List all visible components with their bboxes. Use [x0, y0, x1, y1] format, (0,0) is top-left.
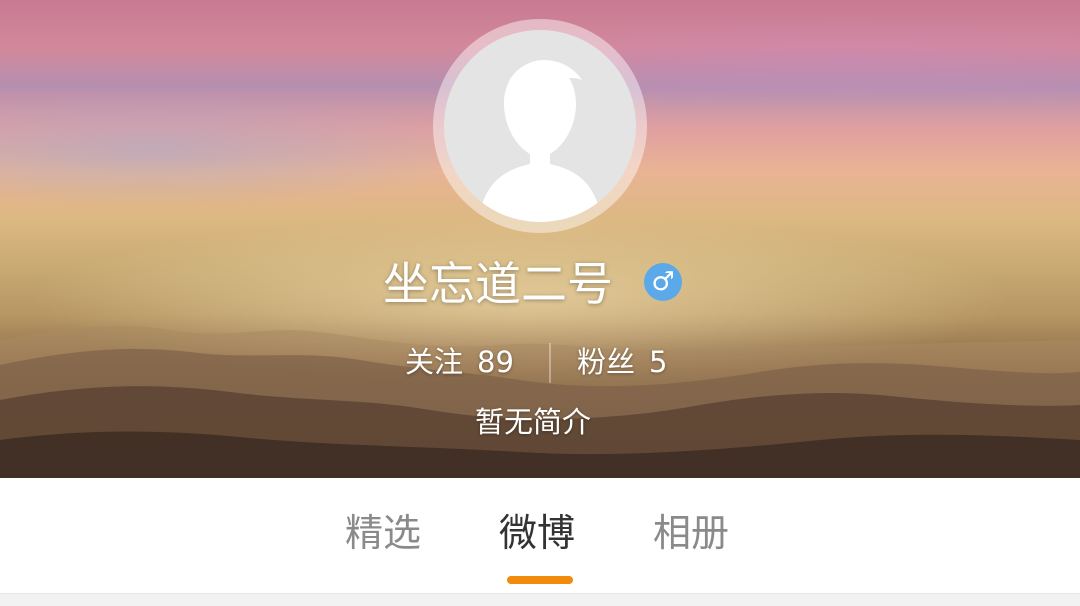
- avatar[interactable]: [444, 30, 636, 222]
- content-separator: [0, 593, 1080, 606]
- tab-weibo[interactable]: 微博: [499, 508, 575, 558]
- profile-bio: 暂无简介: [475, 405, 592, 439]
- male-gender-icon: ♂: [644, 263, 682, 301]
- following-count: 89: [477, 345, 514, 379]
- default-avatar-silhouette-icon: [478, 60, 602, 222]
- profile-header: 坐忘道二号 ♂ 关注 89 粉丝 5 暂无简介: [0, 0, 1080, 478]
- tab-album[interactable]: 相册: [653, 508, 729, 558]
- avatar-ring[interactable]: [433, 19, 647, 233]
- fans-label: 粉丝: [577, 345, 636, 379]
- fans-stat[interactable]: 粉丝 5: [577, 340, 667, 384]
- following-label: 关注: [405, 345, 464, 379]
- following-stat[interactable]: 关注 89: [405, 340, 514, 384]
- profile-tab-bar: 精选 微博 相册: [0, 478, 1080, 593]
- fans-count: 5: [649, 345, 668, 379]
- stats-divider: [549, 343, 551, 383]
- tab-featured[interactable]: 精选: [345, 508, 421, 558]
- active-tab-indicator: [507, 576, 573, 584]
- username: 坐忘道二号: [383, 257, 613, 311]
